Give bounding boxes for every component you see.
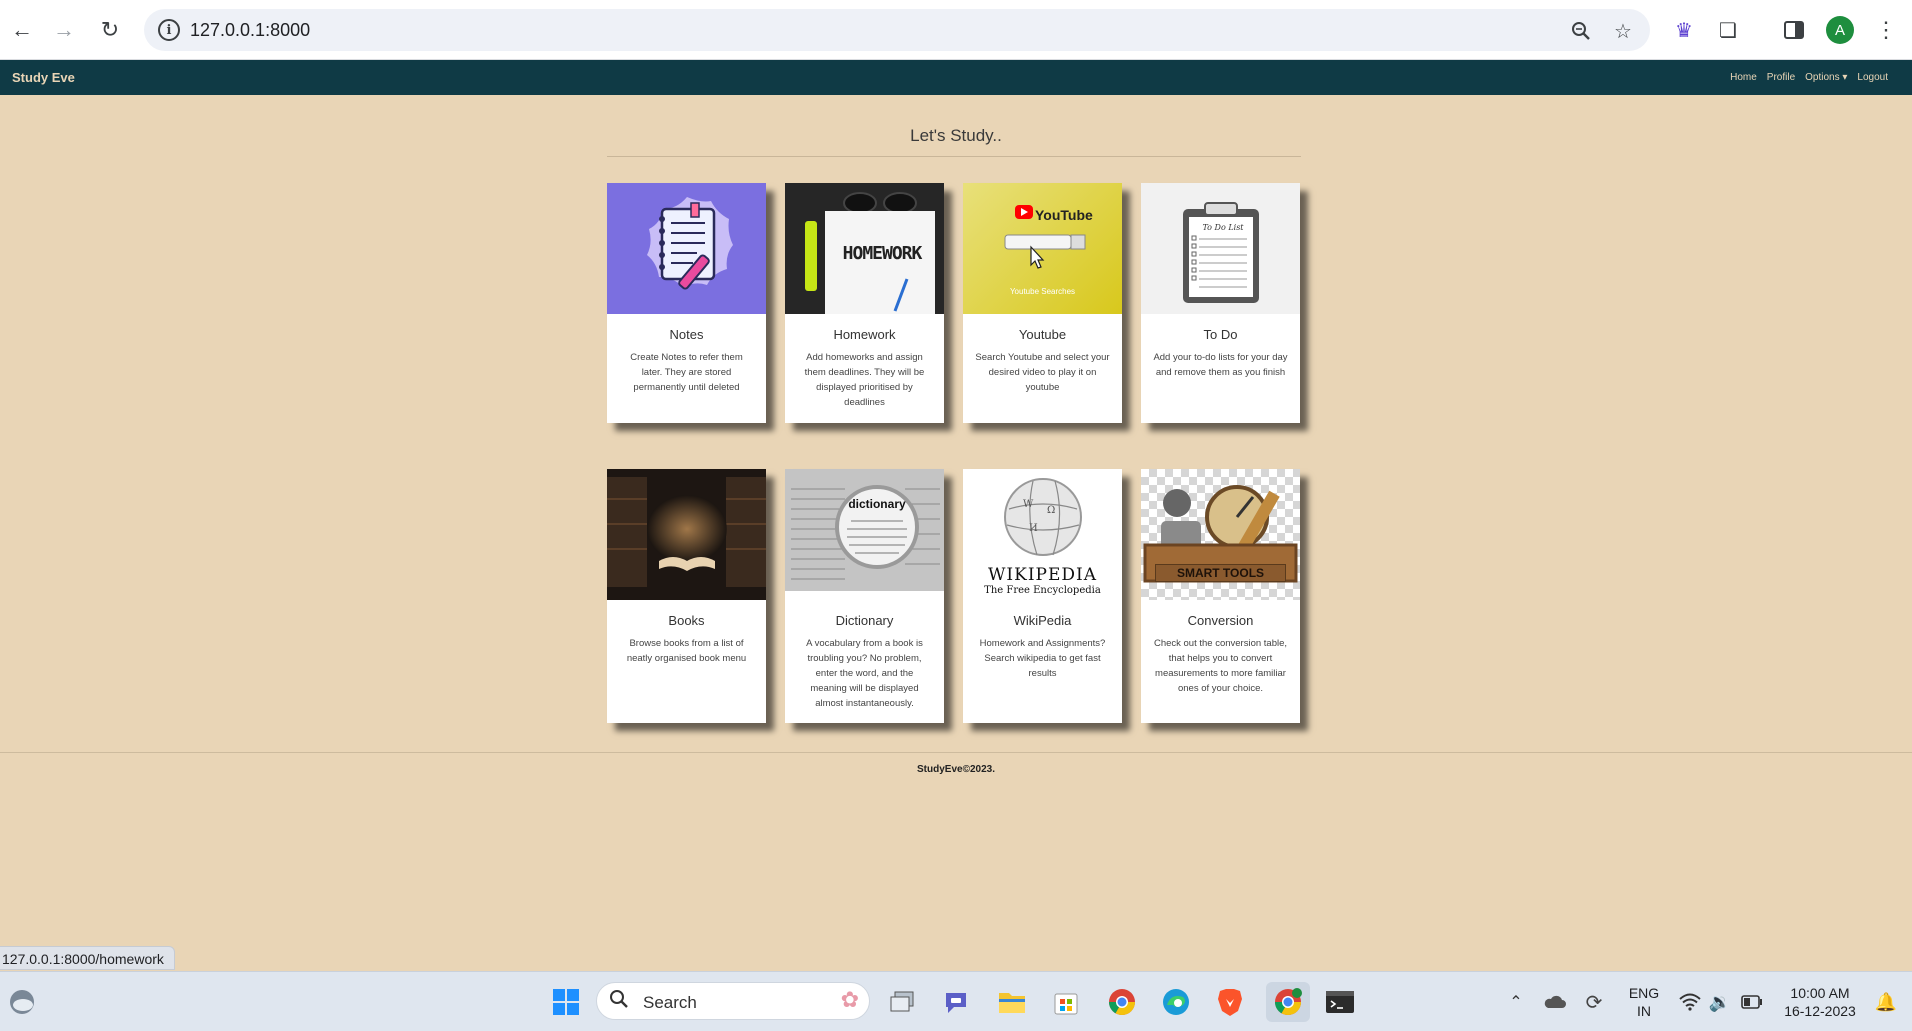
books-image bbox=[607, 469, 766, 600]
teams-chat-icon[interactable] bbox=[938, 984, 974, 1020]
card-youtube[interactable]: YouTube Youtube Searches Youtube Search … bbox=[963, 183, 1122, 423]
footer-copyright: StudyEve©2023. bbox=[917, 764, 995, 775]
clock-time: 10:00 AM bbox=[1790, 985, 1850, 1001]
nav-link-options[interactable]: Options ▾ bbox=[1805, 72, 1847, 83]
conversion-image-text: SMART TOOLS bbox=[1176, 566, 1265, 580]
youtube-image-caption: Youtube Searches bbox=[1009, 287, 1076, 296]
side-panel-icon[interactable] bbox=[1780, 16, 1808, 44]
heading-divider bbox=[607, 156, 1301, 157]
svg-text:W: W bbox=[1023, 499, 1034, 510]
card-wikipedia[interactable]: W ΩИ WIKIPEDIA The Free Encyclopedia Wiki… bbox=[963, 469, 1122, 723]
ms-store-icon[interactable] bbox=[1048, 984, 1084, 1020]
site-brand[interactable]: Study Eve bbox=[12, 70, 75, 85]
file-explorer-icon[interactable] bbox=[994, 984, 1030, 1020]
todo-image: To Do List bbox=[1141, 183, 1300, 314]
start-windows-icon[interactable] bbox=[548, 984, 584, 1020]
card-title: Books bbox=[668, 613, 705, 628]
card-homework[interactable]: HOMEWORK Homework Add homeworks and assi… bbox=[785, 183, 944, 423]
card-description: Check out the conversion table, that hel… bbox=[1153, 638, 1288, 694]
axolotl-decoration-icon: ✿ bbox=[840, 987, 859, 1012]
card-todo[interactable]: To Do List To Do Add your to-do lists fo… bbox=[1141, 183, 1300, 423]
back-icon[interactable]: ← bbox=[6, 14, 38, 46]
todo-image-text: To Do List bbox=[1202, 223, 1244, 232]
notes-image bbox=[607, 183, 766, 314]
reload-icon[interactable]: ↻ bbox=[94, 14, 126, 46]
footer-divider bbox=[0, 752, 1912, 753]
kebab-menu-icon[interactable]: ⋮ bbox=[1872, 16, 1900, 44]
card-title: To Do bbox=[1203, 327, 1238, 342]
site-navbar: Study Eve Home Profile Options ▾ Logout bbox=[0, 60, 1912, 95]
clock[interactable]: 10:00 AM 16-12-2023 bbox=[1772, 984, 1868, 1020]
forward-icon[interactable]: → bbox=[48, 14, 80, 46]
profile-avatar[interactable]: A bbox=[1826, 16, 1854, 44]
language-code: ENG bbox=[1628, 985, 1660, 1001]
card-title: Conversion bbox=[1187, 613, 1254, 628]
card-description: Add your to-do lists for your day and re… bbox=[1153, 352, 1288, 378]
card-notes[interactable]: Notes Create Notes to refer them later. … bbox=[607, 183, 766, 423]
card-title: Dictionary bbox=[835, 613, 894, 628]
youtube-image: YouTube Youtube Searches bbox=[963, 183, 1122, 314]
battery-icon[interactable] bbox=[1734, 984, 1770, 1020]
tray-overflow-chevron-icon[interactable]: ⌃ bbox=[1498, 984, 1534, 1020]
dictionary-image: dictionary bbox=[785, 469, 944, 600]
card-title: WikiPedia bbox=[1013, 613, 1072, 628]
bookmark-star-icon[interactable]: ☆ bbox=[1610, 18, 1636, 44]
wikipedia-tagline: The Free Encyclopedia bbox=[984, 585, 1101, 596]
status-bar-url: 127.0.0.1:8000/homework bbox=[0, 946, 175, 970]
zoom-icon[interactable] bbox=[1568, 18, 1594, 44]
extensions-puzzle-icon[interactable]: ❏ bbox=[1714, 16, 1742, 44]
card-description: Search Youtube and select your desired v… bbox=[975, 352, 1110, 393]
card-description: Browse books from a list of neatly organ… bbox=[626, 638, 747, 664]
task-view-icon[interactable] bbox=[884, 984, 920, 1020]
card-description: Create Notes to refer them later. They a… bbox=[630, 352, 743, 393]
card-title: Homework bbox=[833, 327, 896, 342]
nav-link-logout[interactable]: Logout bbox=[1857, 72, 1888, 83]
card-description: Homework and Assignments? Search wikiped… bbox=[979, 638, 1106, 679]
svg-text:Ω: Ω bbox=[1047, 505, 1055, 516]
onedrive-cloud-icon[interactable] bbox=[1536, 984, 1572, 1020]
nav-links: Home Profile Options ▾ Logout bbox=[1730, 72, 1888, 83]
terminal-icon[interactable] bbox=[1322, 984, 1358, 1020]
conversion-image: SMART TOOLS bbox=[1141, 469, 1300, 600]
svg-text:И: И bbox=[1029, 523, 1038, 534]
address-url[interactable]: 127.0.0.1:8000 bbox=[190, 20, 310, 41]
clock-date: 16-12-2023 bbox=[1784, 1003, 1856, 1019]
card-title: Notes bbox=[669, 327, 704, 342]
page-heading: Let's Study.. bbox=[910, 126, 1002, 145]
card-conversion[interactable]: SMART TOOLS Conversion Check out the con… bbox=[1141, 469, 1300, 723]
site-info-icon[interactable]: i bbox=[158, 19, 180, 41]
chrome-active-icon[interactable] bbox=[1266, 982, 1310, 1022]
address-bar[interactable]: i 127.0.0.1:8000 ☆ bbox=[144, 9, 1650, 51]
sync-icon[interactable]: ⟳ bbox=[1576, 984, 1612, 1020]
wikipedia-image: W ΩИ WIKIPEDIA The Free Encyclopedia bbox=[963, 469, 1122, 600]
youtube-logo-text: YouTube bbox=[1035, 207, 1093, 223]
brave-icon[interactable] bbox=[1212, 984, 1248, 1020]
os-taskbar: Search ✿ ⌃ ⟳ ENG IN 🔉 10:00 AM 16-12-202… bbox=[0, 971, 1912, 1031]
card-title: Youtube bbox=[1018, 327, 1067, 342]
card-description: Add homeworks and assign them deadlines.… bbox=[804, 352, 925, 408]
wikipedia-wordmark: WIKIPEDIA bbox=[987, 565, 1098, 585]
chrome-icon[interactable] bbox=[1104, 984, 1140, 1020]
volume-icon[interactable]: 🔉 bbox=[1702, 984, 1738, 1020]
browser-toolbar: ← → ↻ i 127.0.0.1:8000 ☆ ♛ ❏ A ⋮ bbox=[0, 0, 1912, 60]
weather-widget-icon[interactable] bbox=[4, 984, 40, 1020]
edge-icon[interactable] bbox=[1158, 984, 1194, 1020]
search-label: Search bbox=[643, 993, 697, 1012]
homework-image: HOMEWORK bbox=[785, 183, 944, 314]
card-description: A vocabulary from a book is troubling yo… bbox=[806, 638, 923, 709]
nav-link-home[interactable]: Home bbox=[1730, 72, 1757, 83]
notification-bell-icon[interactable]: 🔔 bbox=[1868, 984, 1904, 1020]
search-icon bbox=[609, 989, 629, 1015]
crown-extension-icon[interactable]: ♛ bbox=[1670, 16, 1698, 44]
region-code: IN bbox=[1637, 1003, 1651, 1019]
nav-link-profile[interactable]: Profile bbox=[1767, 72, 1795, 83]
language-indicator[interactable]: ENG IN bbox=[1622, 984, 1666, 1020]
homework-image-text: HOMEWORK bbox=[842, 243, 923, 264]
taskbar-search[interactable]: Search ✿ bbox=[596, 982, 870, 1020]
card-dictionary[interactable]: dictionary Dictionary A vocabulary from … bbox=[785, 469, 944, 723]
dictionary-image-text: dictionary bbox=[848, 497, 906, 511]
card-books[interactable]: Books Browse books from a list of neatly… bbox=[607, 469, 766, 723]
